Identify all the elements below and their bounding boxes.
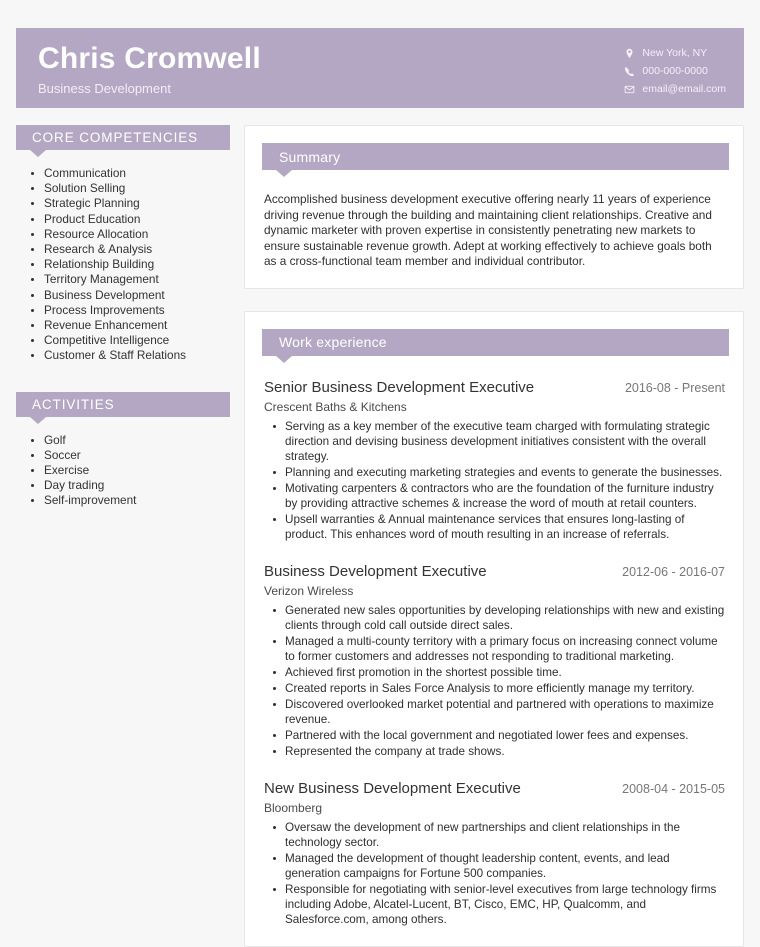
list-item: Relationship Building (26, 257, 230, 272)
candidate-name: Chris Cromwell (38, 42, 261, 75)
list-item: Product Education (26, 212, 230, 227)
job-header: New Business Development Executive 2008-… (264, 779, 725, 799)
contact-block: New York, NY 000-000-0000 email@email.co… (624, 42, 726, 96)
list-item: Oversaw the development of new partnersh… (267, 820, 725, 850)
job-date: 2008-04 - 2015-05 (622, 781, 725, 796)
candidate-subtitle: Business Development (38, 81, 171, 96)
list-item: Golf (26, 433, 230, 448)
activities-list: Golf Soccer Exercise Day trading Self-im… (16, 433, 230, 509)
contact-phone: 000-000-0000 (624, 65, 708, 78)
list-item: Resource Allocation (26, 227, 230, 242)
summary-card: Summary Accomplished business developmen… (244, 125, 744, 289)
core-competencies-header: CORE COMPETENCIES (16, 125, 230, 157)
list-item: Managed a multi-county territory with a … (267, 634, 725, 664)
list-item: Partnered with the local government and … (267, 728, 725, 743)
list-item: Strategic Planning (26, 196, 230, 211)
activities-section: ACTIVITIES Golf Soccer Exercise Day trad… (16, 391, 230, 509)
list-item: Soccer (26, 448, 230, 463)
contact-location-text: New York, NY (642, 47, 708, 59)
core-competencies-section: CORE COMPETENCIES Communication Solution… (16, 125, 230, 364)
list-item: Exercise (26, 463, 230, 478)
envelope-icon (624, 84, 635, 95)
list-item: Communication (26, 166, 230, 181)
list-item: Self-improvement (26, 493, 230, 508)
core-competencies-list: Communication Solution Selling Strategic… (16, 166, 230, 364)
contact-email-text: email@email.com (642, 83, 726, 95)
list-item: Achieved first promotion in the shortest… (267, 665, 725, 680)
list-item: Motivating carpenters & contractors who … (267, 481, 725, 511)
job-company: Verizon Wireless (264, 583, 354, 598)
work-experience-header: Work experience (262, 328, 729, 363)
job-entry: New Business Development Executive 2008-… (259, 779, 729, 927)
list-item: Business Development (26, 288, 230, 303)
list-item: Created reports in Sales Force Analysis … (267, 681, 725, 696)
list-item: Generated new sales opportunities by dev… (267, 603, 725, 633)
list-item: Territory Management (26, 272, 230, 287)
job-header: Senior Business Development Executive 20… (264, 378, 725, 398)
location-pin-icon (624, 48, 635, 59)
list-item: Discovered overlooked market potential a… (267, 697, 725, 727)
contact-location: New York, NY (624, 47, 707, 60)
contact-phone-text: 000-000-0000 (642, 65, 708, 77)
list-item: Day trading (26, 478, 230, 493)
jobs-list: Senior Business Development Executive 20… (259, 378, 729, 927)
summary-text: Accomplished business development execut… (264, 192, 712, 269)
list-item: Solution Selling (26, 181, 230, 196)
job-company: Crescent Baths & Kitchens (264, 399, 407, 414)
resume-body: CORE COMPETENCIES Communication Solution… (16, 108, 744, 947)
job-entry: Business Development Executive 2012-06 -… (259, 562, 729, 759)
activities-header: ACTIVITIES (16, 391, 230, 424)
job-bullets: Oversaw the development of new partnersh… (264, 820, 725, 927)
summary-header: Summary (262, 143, 729, 177)
main-column: Summary Accomplished business developmen… (244, 125, 744, 947)
list-item: Revenue Enhancement (26, 318, 230, 333)
header-identity: Chris Cromwell Business Development (34, 42, 261, 99)
work-experience-card: Work experience Senior Business Developm… (244, 310, 744, 947)
job-date: 2016-08 - Present (624, 380, 725, 395)
job-title: New Business Development Executive (264, 779, 521, 797)
list-item: Serving as a key member of the executive… (267, 419, 725, 464)
list-item: Customer & Staff Relations (26, 348, 230, 363)
sidebar: CORE COMPETENCIES Communication Solution… (16, 125, 230, 509)
list-item: Represented the company at trade shows. (267, 744, 725, 759)
job-title: Business Development Executive (264, 562, 487, 580)
list-item: Competitive Intelligence (26, 333, 230, 348)
list-item: Planning and executing marketing strateg… (267, 465, 725, 480)
list-item: Upsell warranties & Annual maintenance s… (267, 512, 725, 542)
job-entry: Senior Business Development Executive 20… (259, 378, 729, 542)
resume-header: Chris Cromwell Business Development New … (16, 28, 744, 108)
job-company: Bloomberg (264, 800, 323, 815)
contact-email: email@email.com (624, 83, 726, 96)
job-title: Senior Business Development Executive (264, 378, 535, 396)
job-bullets: Generated new sales opportunities by dev… (264, 603, 725, 759)
job-bullets: Serving as a key member of the executive… (264, 419, 725, 542)
list-item: Research & Analysis (26, 242, 230, 257)
resume-page: Chris Cromwell Business Development New … (0, 0, 760, 947)
job-date: 2012-06 - 2016-07 (622, 564, 725, 579)
list-item: Responsible for negotiating with senior-… (267, 882, 725, 927)
job-header: Business Development Executive 2012-06 -… (264, 562, 725, 582)
list-item: Managed the development of thought leade… (267, 851, 725, 881)
list-item: Process Improvements (26, 303, 230, 318)
phone-icon (624, 66, 635, 77)
